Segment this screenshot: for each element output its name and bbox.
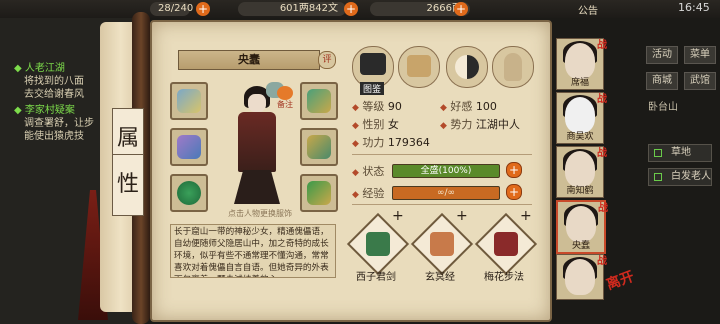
divider <box>352 204 532 205</box>
quest-line: 将找到的八面 <box>24 76 84 87</box>
battle-badge: 战 <box>598 203 608 214</box>
shop-button[interactable]: 商城 <box>646 72 678 90</box>
quest-item-1[interactable]: ◆ 人老江湖 将找到的八面 去交给谢春风 <box>14 62 84 101</box>
party-member-name: 席福 <box>570 78 589 88</box>
ring-icon <box>177 181 201 205</box>
tab-codex-label: 图鉴 <box>360 82 385 95</box>
equip-slot-ring[interactable] <box>170 174 208 212</box>
battle-badge: 战 <box>597 40 607 51</box>
quest-line: 能使出猿虎技 <box>24 131 84 142</box>
favor-label: 好感 <box>450 100 473 113</box>
faction-value: 江湖中人 <box>475 118 520 131</box>
checkbox-icon <box>654 149 662 157</box>
armor-icon <box>307 89 331 113</box>
equip-slot-helm[interactable] <box>300 128 338 166</box>
checkbox-icon <box>654 173 662 181</box>
gender-label: 性别 <box>362 118 385 131</box>
exp-label: 经验 <box>362 187 385 200</box>
tab-meridian[interactable] <box>492 46 534 88</box>
stamina-counter: 28/240 <box>150 2 193 16</box>
dojo-button[interactable]: 武馆 <box>684 72 716 90</box>
leave-logo[interactable]: 离开 <box>603 266 636 294</box>
level-value: 90 <box>387 100 402 113</box>
power-value: 179364 <box>387 136 430 149</box>
body-icon <box>504 53 522 81</box>
quest-line: 调查署舒，让步 <box>24 118 94 129</box>
change-outfit-hint: 点击人物更换服饰 <box>228 209 292 218</box>
dagger-icon <box>177 135 201 159</box>
battle-badge: 战 <box>597 256 607 267</box>
add-silver-button[interactable]: + <box>344 2 358 16</box>
book-manual-icon <box>494 232 518 256</box>
clock: 16:45 <box>678 1 710 14</box>
skill-name-3: 梅花步法 <box>484 272 524 283</box>
menu-button[interactable]: 菜单 <box>684 46 716 64</box>
faction-label: 势力 <box>450 118 473 131</box>
character-name: 央蠢 <box>178 50 320 70</box>
remark-label: 备注 <box>277 100 293 109</box>
restore-status-button[interactable]: + <box>506 162 522 178</box>
skill-add-2[interactable]: + <box>456 208 468 224</box>
skill-add-1[interactable]: + <box>392 208 404 224</box>
party-member-2[interactable]: 战商吴欢 <box>556 92 607 144</box>
level-label: 等级 <box>362 100 385 113</box>
add-exp-button[interactable]: + <box>506 184 522 200</box>
taiji-icon <box>455 55 479 79</box>
equip-slot-head[interactable] <box>170 82 208 120</box>
party-member-name: 央蠢 <box>571 241 590 251</box>
equip-slot-accessory[interactable] <box>300 174 338 212</box>
skill-name-2: 玄冥经 <box>425 272 455 283</box>
battle-badge: 战 <box>597 94 607 105</box>
tab-taiji[interactable] <box>446 46 488 88</box>
helmet-icon <box>177 89 201 113</box>
equip-slot-weapon[interactable] <box>170 128 208 166</box>
quest-item-2[interactable]: ◆ 李家村疑案 调查署舒，让步 能使出猿虎技 <box>14 104 94 143</box>
equip-slot-armor[interactable] <box>300 82 338 120</box>
character-description: 长于窟山一带的神秘少女，精通傀儡语，自幼便随师父隐居山中，加之奇特的成长环境，似… <box>170 224 336 278</box>
quest-line: 去交给谢春风 <box>24 89 84 100</box>
party-member-name: 商吴欢 <box>566 132 594 142</box>
tab-bag[interactable] <box>398 46 440 88</box>
party-member-4-selected[interactable]: 战央蠢 <box>556 200 608 254</box>
sword-manual-icon <box>366 232 390 256</box>
favor-value: 100 <box>475 100 497 113</box>
party-member-name: 南知鹤 <box>566 186 594 196</box>
party-member-1[interactable]: 战席福 <box>556 38 607 90</box>
quest-title: 人老江湖 <box>24 63 65 74</box>
remark-button[interactable]: 备注 <box>274 86 296 110</box>
exp-bar: ∞/∞ <box>392 186 500 200</box>
divider <box>352 154 532 155</box>
quest-title: 李家村疑案 <box>24 105 75 116</box>
activity-button[interactable]: 活动 <box>646 46 678 64</box>
rate-button[interactable]: 评 <box>318 51 336 69</box>
book-icon <box>360 53 386 75</box>
announcement-button[interactable]: 公告 <box>578 2 598 17</box>
gender-value: 女 <box>387 118 399 131</box>
status-bar: 全盛(100%) <box>392 164 500 178</box>
status-label: 状态 <box>362 165 385 178</box>
party-member-5[interactable]: 战 <box>556 254 607 300</box>
top-status-bar <box>0 0 720 18</box>
skill-name-1: 西子君剑 <box>356 272 396 283</box>
party-member-3[interactable]: 战南知鹤 <box>556 146 607 198</box>
boots-icon <box>307 181 331 205</box>
power-label: 功力 <box>362 136 385 149</box>
flame-icon <box>277 86 293 100</box>
scroll-manual-icon <box>430 232 454 256</box>
add-gold-button[interactable]: + <box>454 2 468 16</box>
add-stamina-button[interactable]: + <box>196 2 210 16</box>
battle-badge: 战 <box>597 148 607 159</box>
attribute-title-char2: 性 <box>112 154 144 216</box>
mask-icon <box>307 135 331 159</box>
silver-counter: 601两842文 <box>238 2 346 16</box>
bag-icon <box>407 55 431 77</box>
skill-add-3[interactable]: + <box>520 208 532 224</box>
location-name: 卧台山 <box>648 102 678 113</box>
